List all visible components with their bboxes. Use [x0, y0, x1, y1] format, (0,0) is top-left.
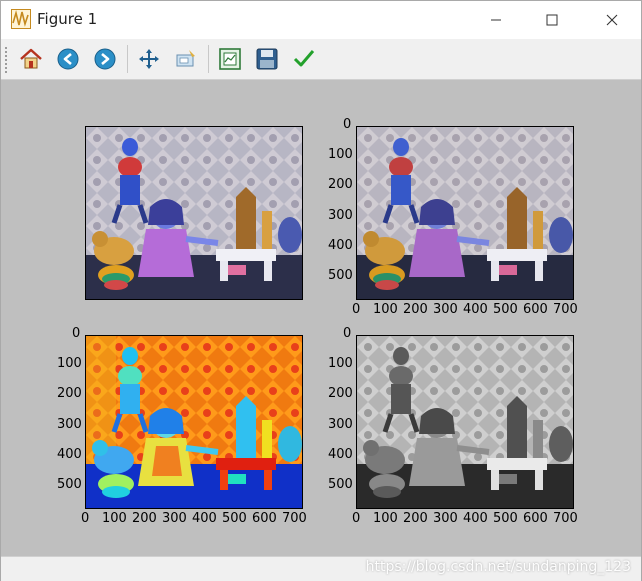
x-tick-label: 400: [192, 511, 217, 526]
y-tick-label: 200: [57, 386, 82, 401]
x-tick-label: 700: [553, 302, 578, 317]
x-tick-label: 200: [132, 511, 157, 526]
home-button[interactable]: [16, 44, 46, 74]
subplot-original-image: [85, 126, 303, 300]
y-tick-label: 400: [57, 447, 82, 462]
x-tick-label: 500: [493, 511, 518, 526]
x-tick-label: 700: [553, 511, 578, 526]
x-tick-label: 100: [102, 511, 127, 526]
y-tick-label: 100: [328, 356, 353, 371]
x-tick-label: 400: [463, 302, 488, 317]
x-tick-label: 300: [433, 302, 458, 317]
x-tick-label: 0: [81, 511, 90, 526]
x-tick-label: 400: [463, 511, 488, 526]
x-tick-label: 100: [373, 511, 398, 526]
figure-canvas[interactable]: 0 100 200 300 400 500 0 100 200 300 400 …: [1, 80, 641, 556]
subplot-grayscale-image: [356, 335, 574, 509]
y-tick-label: 0: [343, 326, 352, 341]
checkmark-icon: [293, 50, 315, 67]
zoom-button[interactable]: [171, 44, 201, 74]
y-tick-label: 100: [57, 356, 82, 371]
x-tick-label: 200: [403, 511, 428, 526]
photo-rgb: [357, 127, 573, 299]
y-tick-label: 0: [343, 117, 352, 132]
home-icon: [20, 48, 42, 69]
status-bar: https://blog.csdn.net/sundanping_123: [1, 556, 641, 581]
subplots-icon: [219, 48, 241, 70]
y-tick-label: 400: [328, 447, 353, 462]
x-tick-label: 600: [252, 511, 277, 526]
y-tick-label: 300: [328, 417, 353, 432]
arrow-right-icon: [94, 48, 116, 70]
x-tick-label: 700: [282, 511, 307, 526]
window-title: Figure 1: [37, 10, 98, 28]
subplot-rgb-image: [356, 126, 574, 300]
move-icon: [139, 49, 159, 69]
y-tick-label: 0: [72, 326, 81, 341]
maximize-icon: [546, 14, 558, 26]
y-tick-label: 500: [328, 268, 353, 283]
pan-button[interactable]: [134, 44, 164, 74]
y-tick-label: 300: [328, 208, 353, 223]
x-tick-label: 0: [352, 302, 361, 317]
zoom-rect-icon: [176, 50, 195, 67]
y-tick-label: 500: [57, 477, 82, 492]
y-tick-label: 500: [328, 477, 353, 492]
photo-jet-colormap: [86, 336, 302, 508]
x-tick-label: 200: [403, 302, 428, 317]
close-icon: [606, 14, 618, 26]
subplots-button[interactable]: [215, 44, 245, 74]
forward-button[interactable]: [90, 44, 120, 74]
navigation-toolbar: [1, 39, 641, 80]
watermark-text: https://blog.csdn.net/sundanping_123: [365, 559, 631, 575]
x-tick-label: 600: [523, 511, 548, 526]
y-tick-label: 200: [328, 386, 353, 401]
arrow-left-icon: [57, 48, 79, 70]
subplot-jet-colormap-image: [85, 335, 303, 509]
x-tick-label: 0: [352, 511, 361, 526]
save-button[interactable]: [252, 44, 282, 74]
photo-colored: [86, 127, 302, 299]
minimize-icon: [491, 19, 501, 21]
toolbar-separator: [127, 45, 128, 73]
toolbar-grip: [5, 47, 9, 73]
back-button[interactable]: [53, 44, 83, 74]
photo-grayscale: [357, 336, 573, 508]
y-tick-label: 300: [57, 417, 82, 432]
figure-window: Figure 1 0 100 200 300 400 500 0 100 200…: [0, 0, 642, 581]
x-tick-label: 500: [493, 302, 518, 317]
title-bar: Figure 1: [1, 1, 641, 39]
close-button[interactable]: [589, 1, 635, 39]
x-tick-label: 600: [523, 302, 548, 317]
x-tick-label: 500: [222, 511, 247, 526]
y-tick-label: 400: [328, 238, 353, 253]
y-tick-label: 100: [328, 147, 353, 162]
matplotlib-app-icon: [11, 9, 31, 29]
x-tick-label: 300: [162, 511, 187, 526]
maximize-button[interactable]: [529, 1, 575, 39]
save-icon: [256, 48, 278, 70]
x-tick-label: 100: [373, 302, 398, 317]
y-tick-label: 200: [328, 177, 353, 192]
toolbar-separator: [208, 45, 209, 73]
minimize-button[interactable]: [473, 1, 519, 39]
x-tick-label: 300: [433, 511, 458, 526]
edit-parameters-button[interactable]: [289, 44, 319, 74]
